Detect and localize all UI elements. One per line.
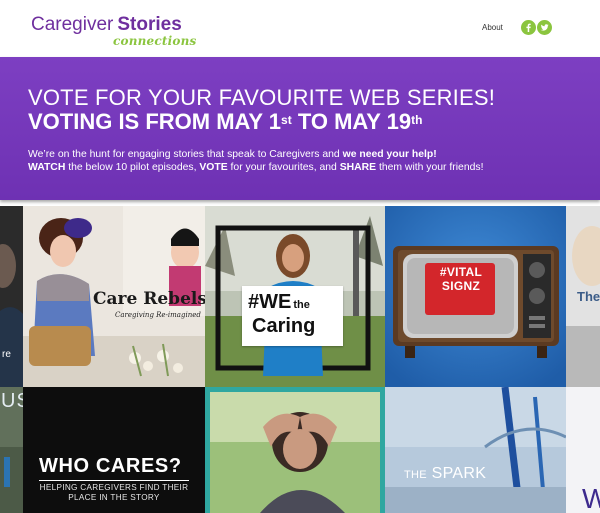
episode-tile-the-spark[interactable]: THE SPARK (385, 387, 566, 513)
twitter-icon (540, 24, 549, 31)
description-emphasis: we need your help! (342, 149, 437, 160)
ordinal-suffix: th (411, 113, 423, 127)
nav-about-link[interactable]: About (482, 23, 503, 32)
twitter-button[interactable] (537, 20, 552, 35)
episode-title: WHO CARES? (39, 455, 182, 477)
episode-title: Care Rebels (93, 289, 205, 309)
episode-tile-vital-signz[interactable]: #VITAL SIGNZ (385, 206, 566, 387)
logo-tagline: connections (113, 34, 197, 48)
episode-subtitle: HELPING CAREGIVERS FIND THEIR PLACE IN T… (39, 483, 189, 502)
episode-title-fragment: W (582, 483, 600, 513)
description-text: them with your friends! (376, 162, 484, 173)
logo[interactable]: Caregiver Stories connections (31, 14, 196, 50)
description-share: SHARE (339, 162, 377, 173)
description-text: the below 10 pilot episodes, (65, 162, 200, 173)
voting-dates-end: TO MAY 19 (291, 109, 412, 134)
voting-dates-heading: VOTING IS FROM MAY 1st TO MAY 19th (28, 109, 422, 135)
description-text: for your favourites, and (227, 162, 340, 173)
episode-tile-care-rebels[interactable]: Care Rebels Caregiving Re-imagined (23, 206, 205, 387)
episode-thumbnail (205, 387, 385, 513)
site-header: Caregiver Stories connections About (0, 0, 600, 57)
episode-tile-partial-left-bottom[interactable]: US (0, 387, 23, 513)
episode-title-fragment: US (1, 390, 23, 412)
episode-tile-we-the-caring[interactable]: #WE the Caring (205, 206, 385, 387)
title-word-spark: SPARK (426, 465, 487, 482)
description-vote: VOTE (199, 162, 228, 173)
sign-line-1: #WE the (248, 291, 310, 314)
episode-tile-who-cares[interactable]: WHO CARES? HELPING CAREGIVERS FIND THEIR… (23, 387, 205, 513)
vote-banner: VOTE FOR YOUR FAVOURITE WEB SERIES! VOTI… (0, 57, 600, 200)
banner-description: We’re on the hunt for engaging stories t… (28, 148, 588, 174)
logo-word-caregiver: Caregiver (31, 14, 114, 35)
facebook-icon (526, 23, 531, 32)
episode-grid: re Care Rebels Caregiving Re-imagined #W… (0, 206, 600, 513)
vital-signz-thumbnail (385, 206, 566, 387)
episode-subtitle: Caregiving Re-imagined (115, 311, 201, 319)
description-text: We’re on the hunt for engaging stories t… (28, 149, 343, 160)
episode-tile-stressed-caregiver[interactable] (205, 387, 385, 513)
banner-heading: VOTE FOR YOUR FAVOURITE WEB SERIES! (28, 85, 496, 110)
episode-tile-partial-right[interactable]: The (566, 206, 600, 387)
voting-dates-start: VOTING IS FROM MAY 1 (28, 109, 282, 134)
episode-tile-partial-left[interactable]: re (0, 206, 23, 387)
sign-the: the (293, 299, 310, 311)
logo-wordmark: Caregiver Stories (31, 14, 182, 36)
episode-title-fragment: re (2, 349, 11, 360)
description-watch: WATCH (28, 162, 66, 173)
episode-title: #VITAL SIGNZ (439, 265, 483, 293)
logo-word-stories: Stories (117, 14, 182, 35)
the-spark-thumbnail (385, 387, 566, 513)
episode-title: THE SPARK (404, 465, 486, 483)
facebook-button[interactable] (521, 20, 536, 35)
sign-hashtag: #WE (248, 291, 292, 313)
ordinal-suffix: st (281, 113, 292, 127)
episode-tile-partial-right-bottom[interactable]: W (566, 387, 600, 513)
we-the-caring-sign: #WE the Caring (242, 286, 343, 346)
episode-title-fragment: The (577, 289, 600, 304)
sign-caring: Caring (252, 315, 316, 337)
title-divider (39, 480, 189, 481)
title-word-the: THE (404, 469, 427, 481)
